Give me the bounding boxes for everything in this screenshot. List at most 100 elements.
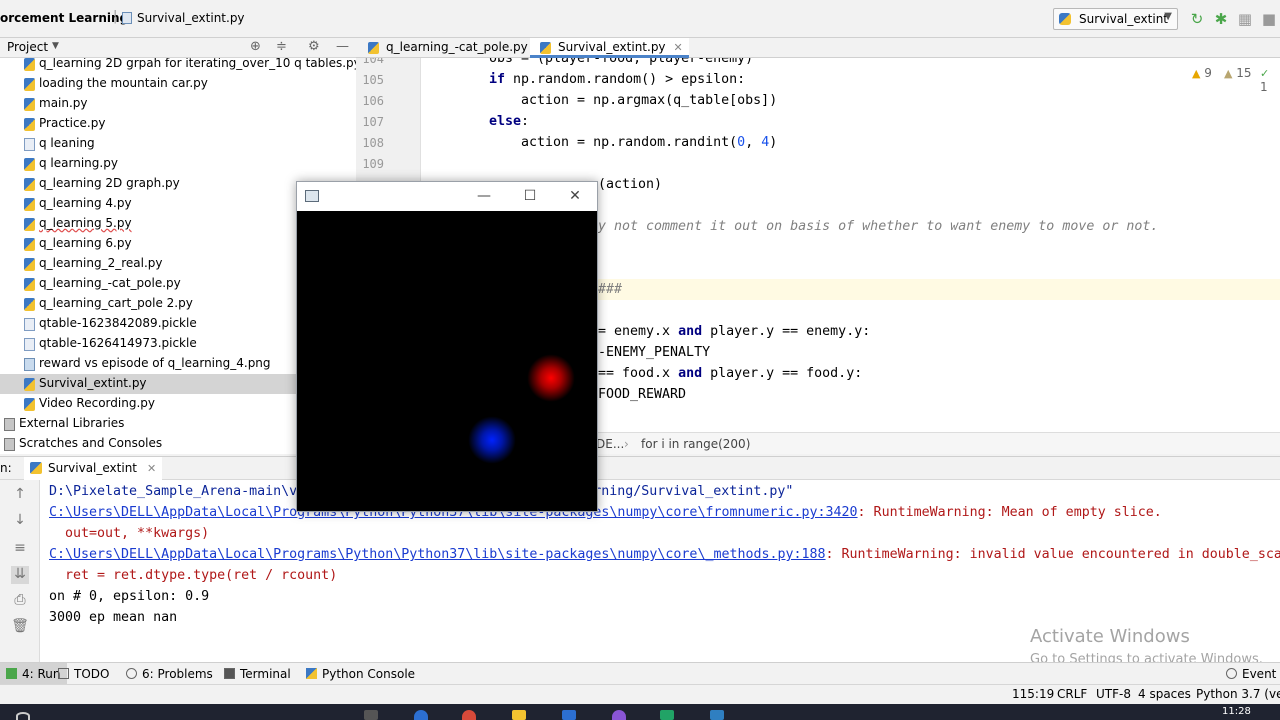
close-icon[interactable]: ✕ [147,462,156,475]
tree-item[interactable]: q leaning [0,134,356,154]
tool-tab-python-console[interactable]: Python Console [306,667,415,681]
event-log-icon [1226,668,1237,679]
game-window-titlebar[interactable]: — ☐ ✕ [297,182,597,211]
tree-item[interactable]: Practice.py [0,114,356,134]
project-panel-title[interactable]: Project [7,40,48,54]
todo-icon [58,668,69,679]
soft-wrap-icon[interactable]: ≡ [11,540,29,558]
tree-item[interactable]: loading the mountain car.py [0,74,356,94]
indent-setting[interactable]: 4 spaces [1138,687,1191,701]
locate-icon[interactable]: ⊕ [250,39,261,54]
library-icon [4,418,15,431]
caret-position[interactable]: 115:19 [1012,687,1054,701]
tree-item-label: Practice.py [39,116,106,130]
python-interpreter[interactable]: Python 3.7 (ven [1196,687,1280,701]
hide-panel-icon[interactable]: — [336,39,349,54]
collapse-all-icon[interactable]: ≑ [276,39,287,54]
tool-tab-problems[interactable]: 6: Problems [126,667,213,681]
close-icon[interactable]: ✕ [674,41,683,54]
debug-icon[interactable]: ✱ [1211,9,1231,29]
breadcrumb-separator: | [113,9,118,24]
tool-tab-todo[interactable]: TODO [58,667,109,681]
arrow-up-icon[interactable]: ↑ [11,486,29,504]
tree-item-label: q_learning_2_real.py [39,256,163,270]
pycharm-icon[interactable] [660,710,674,720]
python-file-icon [368,42,379,54]
typo-icon: ✓ [1260,67,1270,80]
folder-icon[interactable] [512,710,526,720]
warning-icon: ▲ [1192,67,1201,80]
console-text: ret = ret.dtype.type(ret / rcount) [49,568,338,583]
tool-tab-label: Python Console [322,667,416,681]
run-tab[interactable]: Survival_extint ✕ [24,457,163,480]
editor-tab-bar: q_learning_-cat_pole.py✕ Survival_extint… [356,38,1280,58]
breadcrumb-project[interactable]: orcement Learning [0,11,128,25]
code-keyword: else [489,114,522,129]
rerun-icon[interactable]: ↻ [1187,9,1207,29]
code-keyword: and [678,366,703,381]
taskbar-clock[interactable]: 11:28 [1222,706,1251,717]
game-window[interactable]: — ☐ ✕ [296,181,598,512]
tool-tab-label: 6: Problems [142,667,213,681]
code-line: obs = (player-food, player-enemy) [489,58,753,66]
line-number: 105 [362,73,384,87]
tree-item[interactable]: q_learning 2D grpah for iterating_over_1… [0,58,356,74]
breadcrumb-item[interactable]: for i in range(200) [641,437,750,451]
code-number: 0 [737,135,746,150]
console-output[interactable]: D:\Pixelate_Sample_Arena-main\v ent Learn… [40,480,1280,662]
code-text: ) [769,135,778,150]
image-file-icon [24,358,35,371]
code-line: -ENEMY_PENALTY [598,345,710,360]
trash-icon[interactable]: 🗑 [11,618,29,636]
breadcrumb-item[interactable]: DE... [596,437,624,451]
editor-tab-label: Survival_extint.py [558,40,666,54]
breadcrumb-separator: › [624,437,629,451]
taskbar-app-icon[interactable] [364,710,378,720]
inspection-weak-warnings[interactable]: ▲ 15 [1224,66,1252,80]
app-icon[interactable] [612,710,626,720]
status-bar: 115:19 CRLF UTF-8 4 spaces Python 3.7 (v… [0,684,1280,704]
inspection-warnings[interactable]: ▲ 9 [1192,66,1212,80]
tree-item-label: Survival_extint.py [39,376,147,390]
chrome-icon[interactable] [462,710,476,720]
tree-item-label: q leaning [39,136,95,150]
console-link[interactable]: C:\Users\DELL\AppData\Local\Programs\Pyt… [49,547,826,562]
tool-tab-run[interactable]: 4: Run [0,663,67,685]
python-file-icon [24,158,35,171]
code-line: FOOD_REWARD [598,387,686,402]
inspection-typos[interactable]: ✓ 1 [1260,66,1280,94]
breadcrumb-file[interactable]: Survival_extint.py [137,11,245,25]
arrow-down-icon[interactable]: ↓ [11,512,29,530]
print-icon[interactable]: ⎙ [11,592,29,610]
stop-icon[interactable]: ■ [1259,9,1279,29]
scroll-to-end-icon[interactable]: ⇊ [11,566,29,584]
close-icon[interactable]: ✕ [560,186,590,206]
code-text: player.y == food.y: [702,366,863,381]
store-icon[interactable] [562,710,576,720]
minimize-icon[interactable]: — [469,186,499,206]
weak-warnings-count: 15 [1236,66,1252,80]
line-separator[interactable]: CRLF [1057,687,1087,701]
tree-item-label: Scratches and Consoles [19,436,163,450]
tool-tab-terminal[interactable]: Terminal [224,667,291,681]
file-encoding[interactable]: UTF-8 [1096,687,1131,701]
coverage-icon[interactable]: ▦ [1235,9,1255,29]
line-number: 104 [362,58,384,66]
tree-item-label: main.py [39,96,88,110]
tree-item[interactable]: main.py [0,94,356,114]
maximize-icon[interactable]: ☐ [515,186,545,206]
editor-tab-active[interactable]: Survival_extint.py ✕ [530,38,689,58]
line-number: 107 [362,115,384,129]
search-icon[interactable] [16,712,30,720]
python-file-icon [24,198,35,211]
tool-tab-event-log[interactable]: Event L [1226,667,1280,681]
editor-tab[interactable]: q_learning_-cat_pole.py✕ [358,38,551,58]
gear-icon[interactable]: ⚙ [308,39,320,54]
edge-icon[interactable] [414,710,428,720]
python-file-icon [24,278,35,291]
chevron-down-icon[interactable]: ▼ [52,41,59,51]
app-icon[interactable] [710,710,724,720]
code-text: FOOD_REWARD [598,387,687,402]
run-configuration-select[interactable]: Survival_extint ▼ [1053,8,1178,30]
tree-item[interactable]: q learning.py [0,154,356,174]
